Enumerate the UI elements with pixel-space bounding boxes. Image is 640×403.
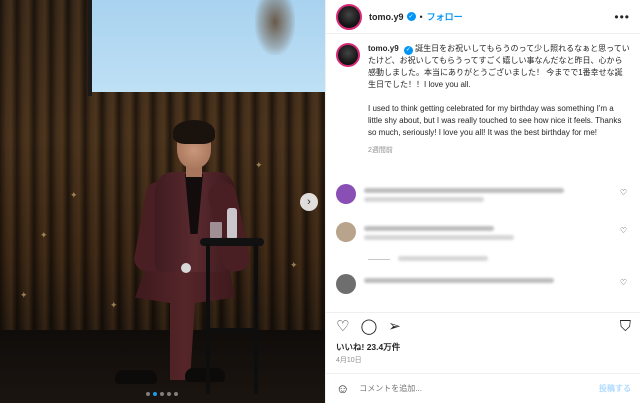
post-header: tomo.y9 ✓ • フォロー ••• bbox=[326, 0, 640, 34]
sparkle-decoration: ✦ bbox=[70, 190, 78, 200]
carousel-dot bbox=[167, 392, 171, 396]
caption-text-en: I used to think getting celebrated for m… bbox=[368, 104, 622, 137]
avatar[interactable] bbox=[336, 3, 362, 30]
sparkle-decoration: ✦ bbox=[20, 290, 28, 300]
comment-composer: ☺ 投稿する bbox=[326, 373, 640, 403]
carousel-dot bbox=[146, 392, 150, 396]
chevron-right-icon: › bbox=[307, 196, 311, 208]
sparkle-decoration: ✦ bbox=[255, 160, 263, 170]
save-bookmark-icon[interactable]: ⛉ bbox=[620, 319, 631, 334]
comment-like-icon[interactable]: ♡ bbox=[620, 188, 627, 197]
comment-like-icon[interactable]: ♡ bbox=[620, 226, 627, 235]
username-link[interactable]: tomo.y9 bbox=[369, 12, 404, 22]
commenter-avatar[interactable] bbox=[336, 222, 356, 242]
carousel-dot bbox=[174, 392, 178, 396]
water-bottle bbox=[227, 208, 237, 238]
comment-item: ♡ bbox=[326, 222, 640, 242]
likes-count[interactable]: いいね! 23.4万件 bbox=[336, 341, 400, 353]
carousel-dot bbox=[160, 392, 164, 396]
commenter-avatar[interactable] bbox=[336, 274, 356, 294]
carousel-dot bbox=[153, 392, 157, 396]
action-bar: ♡ ◯ ➢ ⛉ bbox=[326, 312, 640, 336]
follow-button[interactable]: フォロー bbox=[427, 10, 463, 23]
water-glass bbox=[210, 222, 222, 238]
share-icon[interactable]: ➢ bbox=[388, 319, 401, 334]
verified-badge-icon: ✓ bbox=[403, 45, 413, 55]
separator-dot: • bbox=[419, 11, 423, 22]
screen-image bbox=[255, 0, 295, 55]
avatar[interactable] bbox=[336, 43, 360, 67]
sparkle-decoration: ✦ bbox=[40, 230, 48, 240]
comment-input[interactable] bbox=[359, 384, 580, 393]
view-replies-link[interactable] bbox=[398, 256, 488, 261]
view-replies-line[interactable] bbox=[368, 259, 390, 260]
post-comment-button[interactable]: 投稿する bbox=[599, 383, 631, 394]
post-details-panel: tomo.y9 ✓ • フォロー ••• tomo.y9 ✓ 誕生日をお祝いして… bbox=[325, 0, 640, 403]
comment-item: ♡ bbox=[326, 274, 640, 294]
commenter-avatar[interactable] bbox=[336, 184, 356, 204]
emoji-icon[interactable]: ☺ bbox=[336, 381, 349, 396]
caption-block: tomo.y9 ✓ 誕生日をお祝いしてもらうのって少し照れるなぁと思っていたけど… bbox=[326, 34, 640, 157]
like-icon[interactable]: ♡ bbox=[336, 319, 349, 334]
seated-person bbox=[115, 120, 253, 400]
carousel-next-button[interactable]: › bbox=[300, 193, 318, 211]
more-options-icon[interactable]: ••• bbox=[614, 10, 630, 24]
microphone bbox=[181, 263, 191, 273]
sparkle-decoration: ✦ bbox=[290, 260, 298, 270]
comment-item: ♡ bbox=[326, 184, 640, 204]
carousel-indicator bbox=[146, 392, 178, 396]
post-photo[interactable]: ✦ ✦ ✦ ✦ ✦ ✦ › bbox=[0, 0, 325, 403]
caption-username[interactable]: tomo.y9 bbox=[368, 44, 399, 53]
comment-icon[interactable]: ◯ bbox=[360, 319, 377, 334]
verified-badge-icon: ✓ bbox=[406, 12, 416, 21]
comment-like-icon[interactable]: ♡ bbox=[620, 278, 627, 287]
post-date[interactable]: 4月10日 bbox=[336, 355, 362, 365]
post-time-ago: 2週間前 bbox=[368, 147, 393, 154]
